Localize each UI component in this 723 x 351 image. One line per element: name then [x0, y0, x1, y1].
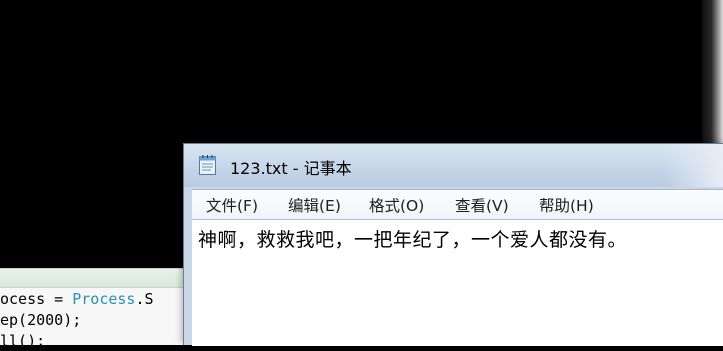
title-bar[interactable]: 123.txt - 记事本: [184, 144, 723, 187]
menu-format[interactable]: 格式(O): [367, 194, 426, 216]
menu-help[interactable]: 帮助(H): [537, 194, 596, 216]
notepad-icon: [199, 155, 216, 175]
document-text: 神啊，救救我吧，一把年纪了，一个爱人都没有。: [198, 229, 628, 251]
background-window-edge: [702, 0, 723, 150]
notepad-window[interactable]: 123.txt - 记事本 文件(F) 编辑(E) 格式(O) 查看(V) 帮助…: [183, 143, 723, 346]
window-title: 123.txt - 记事本: [230, 159, 352, 178]
menu-bar: 文件(F) 编辑(E) 格式(O) 查看(V) 帮助(H): [192, 189, 723, 219]
menu-edit[interactable]: 编辑(E): [286, 194, 343, 216]
code-line: ll();: [0, 332, 46, 350]
code-line: ep(2000);: [0, 311, 82, 329]
code-line: ocess = Process.S: [0, 290, 154, 308]
menu-file[interactable]: 文件(F): [204, 194, 260, 216]
code-editor: ocess = Process.S ep(2000); ll();: [0, 268, 186, 350]
code-editor-bar: [0, 269, 186, 288]
text-editor-area[interactable]: 神啊，救救我吧，一把年纪了，一个爱人都没有。: [192, 219, 723, 346]
menu-view[interactable]: 查看(V): [453, 194, 511, 216]
